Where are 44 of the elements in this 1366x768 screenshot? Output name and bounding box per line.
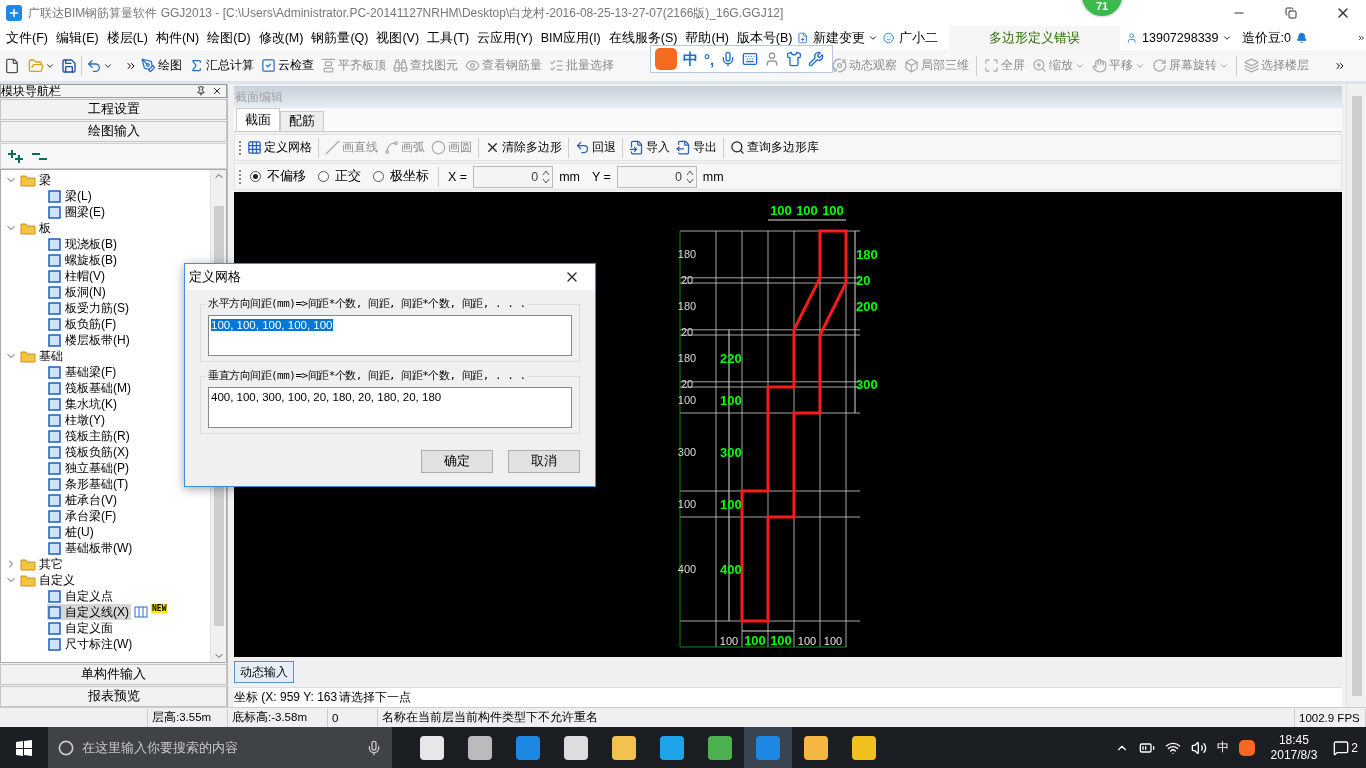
dimension-label: 400 <box>677 563 697 575</box>
window-title: 广联达BIM钢筋算量软件 GGJ2013 - [C:\Users\Administrator.PC-20141127NRHM\Desktop\白龙村-2016-08-25-13-27-07(2166版)_16G.GGJ12] <box>28 4 784 22</box>
dimension-label: 180 <box>677 248 697 261</box>
dimension-label: 100 <box>797 635 817 647</box>
command-prompt: 请选择下一点 <box>339 689 412 706</box>
status-text: 名称在当前层当前构件类型下不允许重名 <box>378 708 1295 727</box>
beans-label: 造价豆:0 <box>1240 29 1292 47</box>
dimension-label: 100 <box>744 633 766 648</box>
dimension-label: 180 <box>677 300 697 313</box>
dimension-label: 100 <box>719 635 739 647</box>
unit-label: mm <box>558 169 581 184</box>
dimension-label: 300 <box>677 446 697 458</box>
dimension-label: 100 <box>677 394 697 406</box>
dimension-label: 100 <box>770 203 792 218</box>
coordinate-label: X = <box>447 169 469 184</box>
dimension-label: 20 <box>680 326 694 339</box>
dimension-label: 20 <box>856 273 871 289</box>
dimension-label: 100 <box>822 203 844 218</box>
dimension-label: 20 <box>680 378 694 391</box>
new-badge: NEW <box>151 604 168 613</box>
status-text: 层高:3.55m <box>148 708 228 727</box>
dimension-label: 100 <box>770 633 792 648</box>
dimension-label: 300 <box>856 377 878 393</box>
panel-title: 模块导航栏 <box>1 82 61 100</box>
dimension-label: 100 <box>677 498 697 510</box>
dimension-label: 300 <box>720 445 742 460</box>
message-text: 多边形定义错误 <box>949 26 1120 50</box>
coordinate-readout: 坐标 (X: 959 Y: 163 <box>234 689 338 706</box>
dimension-label: 20 <box>680 274 694 287</box>
dimension-label: 100 <box>796 203 818 218</box>
status-text: 底标高:-3.58m <box>228 708 328 727</box>
dimension-label: 200 <box>856 299 878 315</box>
dimension-label: 180 <box>677 352 697 365</box>
editor-title: 截面编辑 <box>234 86 1342 108</box>
dimension-label: 220 <box>720 351 742 367</box>
dimension-label: 100 <box>720 393 742 408</box>
dimension-label: 180 <box>856 247 878 263</box>
group-label: 垂直方向间距(mm)=>间距*个数, 间距, 间距*个数, 间距, . . . <box>207 368 527 383</box>
unit-label: mm <box>701 169 725 184</box>
dimension-label: 100 <box>823 635 843 647</box>
coordinate-label: Y = <box>590 169 612 184</box>
group-label: 水平方向间距(mm)=>间距*个数, 间距, 间距*个数, 间距, . . . <box>207 296 527 311</box>
status-text: 1002.9 FPS <box>1295 708 1366 727</box>
status-text: 0 <box>328 708 378 727</box>
